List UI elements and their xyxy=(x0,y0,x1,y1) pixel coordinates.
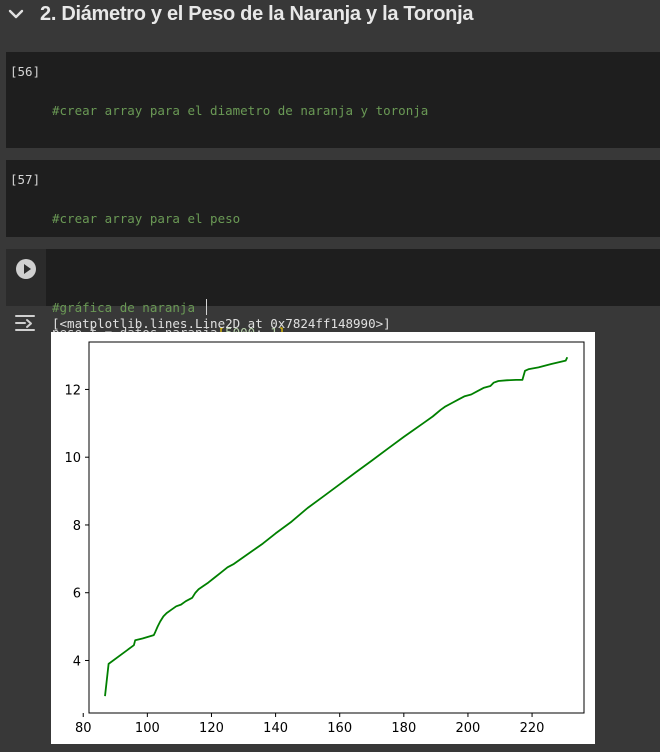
y-tick-label: 8 xyxy=(73,519,81,534)
x-tick-label: 140 xyxy=(263,721,288,736)
code-line: #crear array para el diametro de naranja… xyxy=(52,101,428,120)
x-tick-label: 80 xyxy=(75,721,92,736)
y-tick-label: 12 xyxy=(64,383,81,398)
code-cell-56[interactable]: [56] #crear array para el diametro de na… xyxy=(6,52,660,232)
text-cursor xyxy=(205,299,207,315)
x-tick-label: 220 xyxy=(520,721,545,736)
chevron-down-icon[interactable] xyxy=(4,2,28,26)
x-tick-label: 160 xyxy=(327,721,352,736)
plot-area xyxy=(88,341,585,714)
code-line: #crear array para el peso xyxy=(52,209,285,228)
code-cell-57[interactable]: [57] #crear array para el peso peso_n = … xyxy=(6,160,660,340)
y-tick-label: 10 xyxy=(64,451,81,466)
play-icon[interactable] xyxy=(16,259,36,279)
execution-count: [56] xyxy=(10,64,41,79)
code-line: #gráfica de naranja xyxy=(52,298,376,317)
x-tick-label: 100 xyxy=(135,721,160,736)
code-cell-active[interactable]: #gráfica de naranja plt.plot(peso_n, dia… xyxy=(6,249,660,372)
output-toggle-icon[interactable] xyxy=(14,314,36,332)
y-tick-label: 4 xyxy=(73,654,81,669)
code-comment: #crear array para el peso xyxy=(52,211,241,226)
section-header: 2. Diámetro y el Peso de la Naranja y la… xyxy=(0,0,660,34)
x-tick-label: 120 xyxy=(199,721,224,736)
plot-output: 80 100 120 140 160 180 200 220 4 6 8 10 12 xyxy=(51,332,595,744)
series-line xyxy=(104,356,569,697)
execution-count: [57] xyxy=(10,172,41,187)
x-tick-label: 200 xyxy=(456,721,481,736)
x-tick-label: 180 xyxy=(391,721,416,736)
output-text: [<matplotlib.lines.Line2D at 0x7824ff148… xyxy=(52,316,391,331)
cell-gutter xyxy=(6,249,46,306)
notebook-page: 2. Diámetro y el Peso de la Naranja y la… xyxy=(0,0,660,752)
line-chart: 80 100 120 140 160 180 200 220 4 6 8 10 12 xyxy=(64,341,585,736)
section-title: 2. Diámetro y el Peso de la Naranja y la… xyxy=(40,3,474,25)
code-comment: #crear array para el diametro de naranja… xyxy=(52,103,429,118)
y-tick-label: 6 xyxy=(73,587,81,602)
code-comment: #gráfica de naranja xyxy=(52,300,203,315)
